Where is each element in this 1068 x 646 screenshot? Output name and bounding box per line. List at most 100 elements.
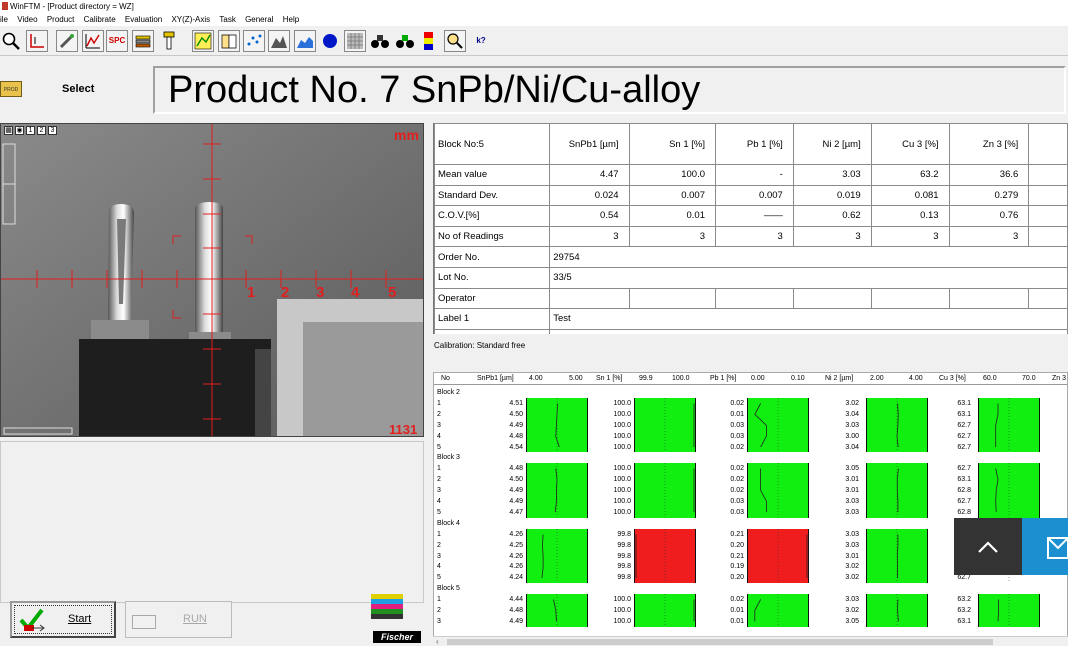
mountain-icon[interactable] xyxy=(268,30,290,52)
fischer-logo: Fischer xyxy=(373,631,421,643)
run-button[interactable]: RUN xyxy=(125,601,232,638)
reading-row: 2 4.50 100.0 0.02 3.01 63.1 xyxy=(434,474,1067,485)
scroll-to-top-button[interactable] xyxy=(954,518,1022,575)
menu-help[interactable]: Help xyxy=(283,13,299,26)
reading-value: 4.54 xyxy=(509,443,523,451)
scale-label: 2 xyxy=(281,284,290,301)
reading-value: 0.02 xyxy=(730,596,744,604)
horizontal-scrollbar[interactable]: ‹ xyxy=(433,636,1068,646)
menu-file[interactable]: ile xyxy=(0,13,8,26)
graph-icon[interactable] xyxy=(192,30,214,52)
reading-value: 4.49 xyxy=(509,498,523,505)
scroll-thumb[interactable] xyxy=(447,639,993,645)
order-number-field[interactable]: 29754 xyxy=(549,246,1068,268)
menu-calibrate[interactable]: Calibrate xyxy=(84,13,116,26)
menu-product[interactable]: Product xyxy=(47,13,75,26)
reading-value: 0.03 xyxy=(730,421,744,429)
measure-tool-icon[interactable] xyxy=(56,30,78,52)
view-button-1[interactable]: 1 xyxy=(26,126,35,135)
reading-value: 3.05 xyxy=(845,617,859,625)
reading-value: 3.01 xyxy=(845,552,859,560)
reading-row: 1 4.51 100.0 0.02 3.02 63.1 xyxy=(434,398,1067,409)
select-button[interactable]: Select xyxy=(62,83,94,95)
menu-general[interactable]: General xyxy=(245,13,273,26)
reading-value: 100.0 xyxy=(613,476,631,484)
start-button[interactable]: Start xyxy=(10,601,116,638)
reading-row: 4 4.48 100.0 0.03 3.00 62.7 xyxy=(434,431,1067,442)
product-directory-icon[interactable]: PROD xyxy=(0,81,22,97)
reading-value: 100.0 xyxy=(613,465,631,473)
spc-icon[interactable]: SPC xyxy=(106,30,128,52)
view-button-3[interactable]: 3 xyxy=(48,126,57,135)
zoom-icon[interactable] xyxy=(444,30,466,52)
chart-icon[interactable] xyxy=(82,30,104,52)
view-mode-buttons: ▦ ◉ 1 2 3 xyxy=(4,126,57,136)
color-bar-icon[interactable] xyxy=(419,30,441,52)
reading-number: 4 xyxy=(437,563,441,571)
camera-view-icon[interactable]: ◉ xyxy=(15,126,24,135)
reading-value: 4.47 xyxy=(509,508,523,516)
reading-value: 3.04 xyxy=(845,410,859,418)
stat-value: 0.62 xyxy=(792,205,872,227)
reading-value: 3.00 xyxy=(845,432,859,440)
readings-grid[interactable]: No SnPb1 [µm] 4.00 5.00 Sn 1 [%] 99.9 10… xyxy=(433,372,1068,646)
reading-value: 3.05 xyxy=(845,465,859,473)
menu-video[interactable]: Video xyxy=(17,13,37,26)
col-snpb1-max: 5.00 xyxy=(569,375,583,382)
view-button-2[interactable]: 2 xyxy=(37,126,46,135)
chevron-up-icon xyxy=(978,540,998,553)
thickness-icon[interactable] xyxy=(26,30,48,52)
help-icon[interactable]: k? xyxy=(470,30,492,52)
scatter-icon[interactable] xyxy=(243,30,265,52)
reading-value: 3.01 xyxy=(845,487,859,495)
stat-value: 0.019 xyxy=(792,184,872,207)
mail-button[interactable] xyxy=(1022,518,1068,575)
menu-task[interactable]: Task xyxy=(219,13,235,26)
menu-xyz-axis[interactable]: XY(Z)-Axis xyxy=(171,13,210,26)
probe-icon[interactable] xyxy=(158,30,180,52)
menu-evaluation[interactable]: Evaluation xyxy=(125,13,162,26)
magnifier-icon[interactable] xyxy=(0,30,22,52)
operator-field[interactable] xyxy=(549,287,630,310)
reading-number: 2 xyxy=(437,410,441,418)
info-label: Lot No. xyxy=(434,266,551,289)
scroll-left-icon[interactable]: ‹ xyxy=(436,637,439,646)
area-icon[interactable] xyxy=(294,30,316,52)
reading-value: 100.0 xyxy=(613,508,631,516)
col-pb1-min: 0.00 xyxy=(751,375,765,382)
reading-value: 62.8 xyxy=(957,487,971,495)
binoculars-icon[interactable] xyxy=(369,30,391,52)
reading-row: 2 4.50 100.0 0.01 3.04 63.1 xyxy=(434,409,1067,420)
reading-number: 2 xyxy=(437,541,441,549)
reading-number: 3 xyxy=(437,552,441,560)
grid-view-icon[interactable]: ▦ xyxy=(4,126,13,135)
stat-value: 3 xyxy=(948,225,1030,248)
stat-value: 0.76 xyxy=(948,205,1030,227)
reading-value: 0.19 xyxy=(730,563,744,571)
pattern-icon[interactable] xyxy=(344,30,366,52)
reading-value: 63.1 xyxy=(957,617,971,625)
stat-row-readings: No of Readings 3 3 3 3 3 3 xyxy=(434,225,1068,248)
stat-value: 36.6 xyxy=(948,164,1030,186)
stat-label: No of Readings xyxy=(434,225,551,248)
dot-icon[interactable] xyxy=(319,30,341,52)
stat-value: - xyxy=(715,164,794,186)
label1-field[interactable]: Test xyxy=(549,308,1068,330)
camera-view[interactable]: ▦ ◉ 1 2 3 mm 1 2 3 4 5 1131 xyxy=(0,123,424,437)
stack-icon[interactable] xyxy=(132,30,154,52)
reading-value: 0.02 xyxy=(730,399,744,407)
col-sn1-max: 100.0 xyxy=(672,375,690,382)
block-label: Block 3 xyxy=(437,454,460,462)
stat-value: 3 xyxy=(549,225,630,248)
reading-number: 3 xyxy=(437,421,441,429)
scale-label: 5 xyxy=(388,284,397,301)
reading-value: 0.21 xyxy=(730,530,744,538)
col-snpb1-min: 4.00 xyxy=(529,375,543,382)
binoculars-2-icon[interactable] xyxy=(394,30,416,52)
reading-value: 63.2 xyxy=(957,607,971,614)
unit-label: mm xyxy=(394,127,419,143)
lot-number-field[interactable]: 33/5 xyxy=(549,266,1068,289)
header-ni2: Ni 2 [µm] xyxy=(792,123,872,165)
stat-value: 0.081 xyxy=(870,184,950,207)
book-icon[interactable] xyxy=(218,30,240,52)
